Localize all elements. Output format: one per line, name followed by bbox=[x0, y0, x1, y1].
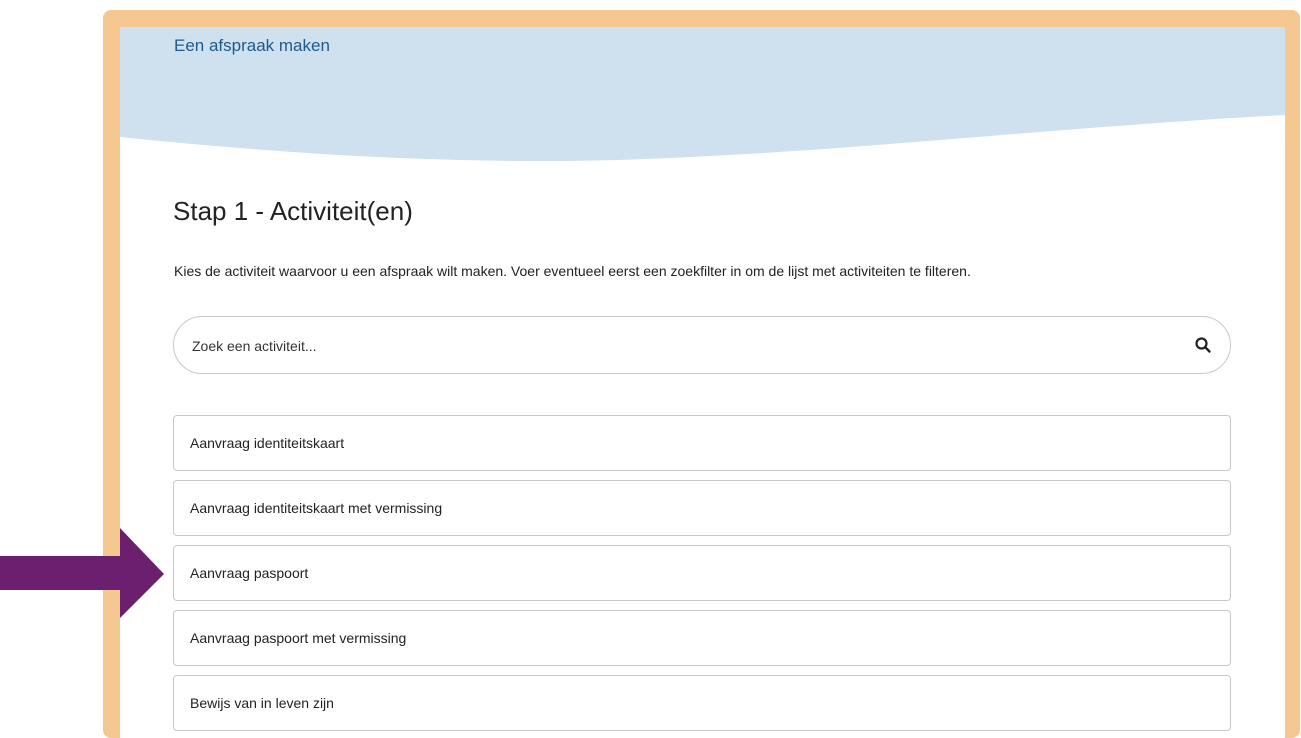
page-content: Een afspraak maken Stap 1 - Activiteit(e… bbox=[120, 27, 1285, 738]
search-box bbox=[173, 316, 1231, 375]
activity-list: Aanvraag identiteitskaart Aanvraag ident… bbox=[173, 415, 1231, 738]
activity-item[interactable]: Aanvraag identiteitskaart bbox=[173, 415, 1231, 471]
activity-item[interactable]: Aanvraag paspoort bbox=[173, 545, 1231, 601]
search-input[interactable] bbox=[190, 317, 1174, 375]
search-icon[interactable] bbox=[1194, 336, 1212, 354]
activity-item[interactable]: Aanvraag identiteitskaart met vermissing bbox=[173, 480, 1231, 536]
make-appointment-link[interactable]: Een afspraak maken bbox=[174, 36, 330, 56]
step-title: Stap 1 - Activiteit(en) bbox=[173, 196, 413, 226]
activity-item[interactable]: Aanvraag paspoort met vermissing bbox=[173, 610, 1231, 666]
activity-item[interactable]: Bewijs van in leven zijn bbox=[173, 675, 1231, 731]
arrow-pointer-icon bbox=[0, 528, 164, 618]
step-intro-text: Kies de activiteit waarvoor u een afspra… bbox=[174, 263, 971, 279]
